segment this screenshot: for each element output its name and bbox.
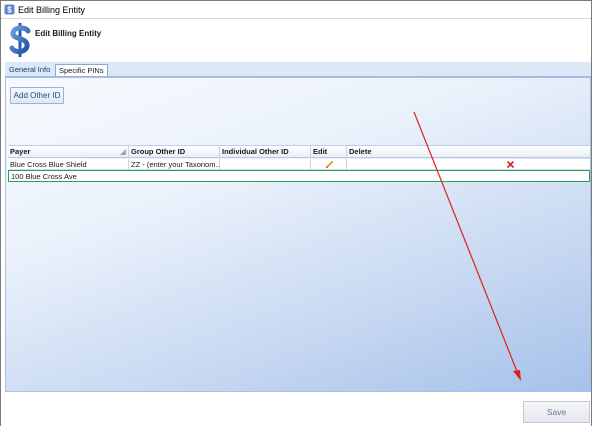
cell-individual-other-id[interactable]: [220, 159, 311, 170]
header-title: Edit Billing Entity: [35, 29, 102, 38]
red-x-icon[interactable]: [507, 161, 514, 168]
svg-text:$: $: [7, 6, 12, 15]
pencil-icon[interactable]: [325, 160, 334, 169]
specific-pins-panel: Add Other ID Payer Group Other ID Indivi…: [5, 77, 591, 392]
dollar-sign-icon: [9, 23, 31, 57]
save-button[interactable]: Save: [523, 401, 590, 423]
cell-edit: [311, 159, 347, 170]
cell-group-other-id[interactable]: ZZ - (enter your Taxonom...: [129, 159, 220, 170]
window-title: Edit Billing Entity: [18, 5, 86, 15]
column-header-delete[interactable]: Delete: [347, 146, 590, 158]
column-header-edit[interactable]: Edit: [311, 146, 347, 158]
tab-general-info[interactable]: General Info: [6, 64, 53, 76]
table-row[interactable]: Blue Cross Blue Shield ZZ - (enter your …: [8, 159, 590, 170]
tab-strip: General Info Specific PINs: [5, 62, 591, 77]
column-header-payer[interactable]: Payer: [8, 146, 129, 158]
cell-delete: [347, 159, 590, 170]
title-bar: $ Edit Billing Entity: [1, 1, 591, 19]
other-id-grid: Payer Group Other ID Individual Other ID…: [8, 145, 590, 383]
tab-specific-pins[interactable]: Specific PINs: [55, 64, 108, 76]
cell-payer[interactable]: Blue Cross Blue Shield: [8, 159, 129, 170]
row-detail: 100 Blue Cross Ave: [8, 170, 590, 182]
column-header-individual-other-id[interactable]: Individual Other ID: [220, 146, 311, 158]
detail-address: 100 Blue Cross Ave: [11, 172, 77, 181]
dollar-app-icon: $: [4, 4, 15, 15]
dialog-header: Edit Billing Entity: [1, 19, 591, 61]
dialog-footer: Save: [1, 393, 591, 426]
sort-ascending-icon: [120, 149, 126, 155]
add-other-id-button[interactable]: Add Other ID: [10, 87, 64, 104]
grid-header: Payer Group Other ID Individual Other ID…: [8, 146, 590, 158]
column-header-group-other-id[interactable]: Group Other ID: [129, 146, 220, 158]
edit-billing-entity-window: $ Edit Billing Entity Edit Billing Entit…: [0, 0, 592, 426]
